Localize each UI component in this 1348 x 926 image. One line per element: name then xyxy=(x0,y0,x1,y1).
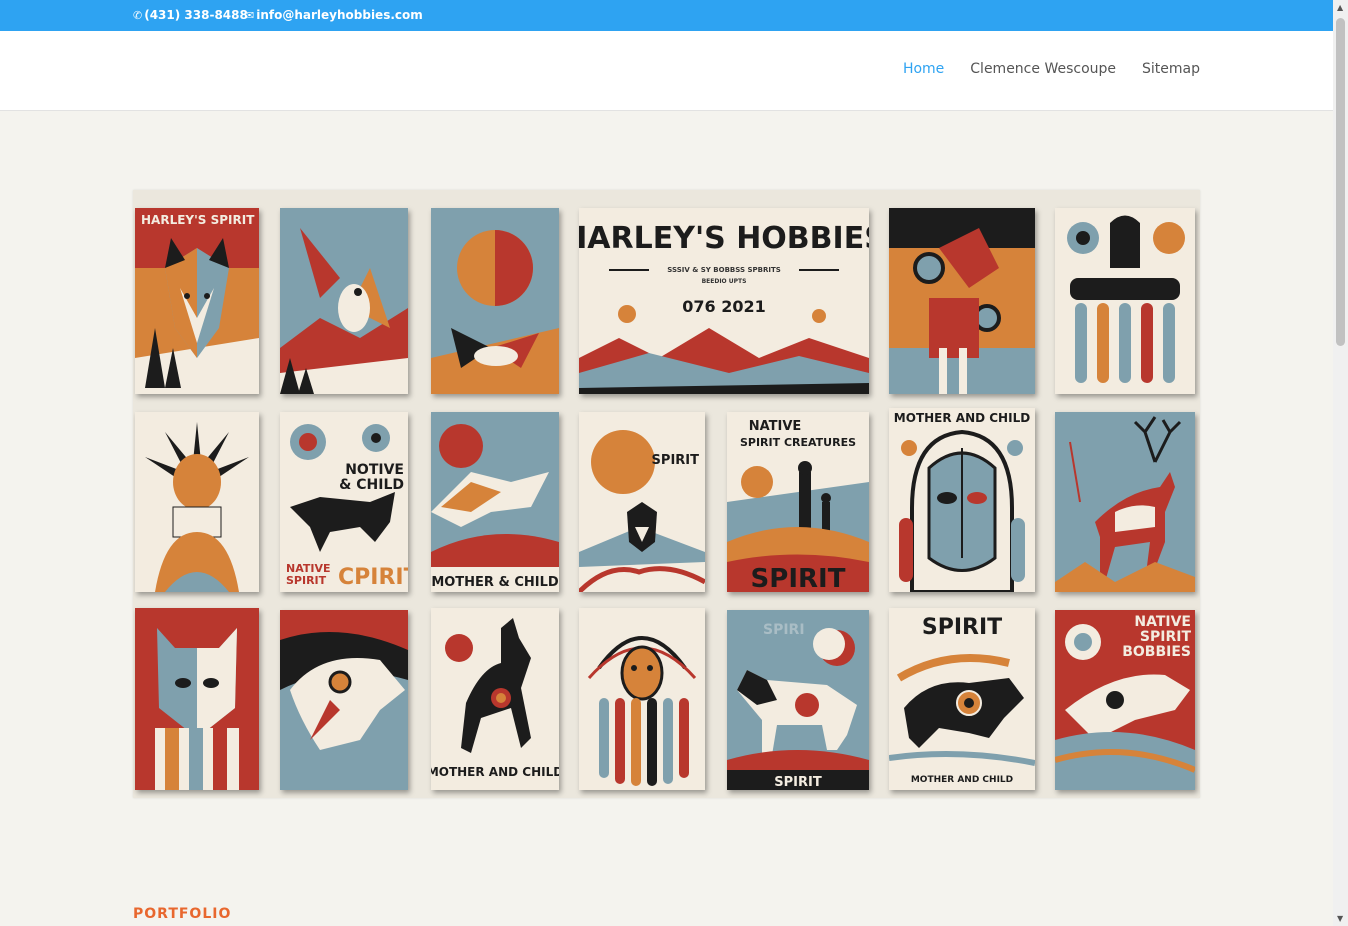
poster-mother-child-wolf: MOTHER & CHILD xyxy=(431,412,559,592)
site-header: Home Clemence Wescoupe Sitemap xyxy=(0,31,1333,111)
poster-label: MOTHER & CHILD xyxy=(431,575,559,590)
poster-label: SPIRIT CREATURES xyxy=(740,436,856,449)
poster-label: SPIRIT xyxy=(652,453,700,468)
poster-native-spirit-bobbies: NATIVE SPIRIT BOBBIES xyxy=(1055,610,1195,790)
poster-label: MOTHER AND CHILD xyxy=(431,765,559,779)
poster-mother-and-child-mask: MOTHER AND CHILD xyxy=(889,408,1035,592)
poster-sun-bird xyxy=(431,208,559,394)
poster-label: MOTHER AND CHILD xyxy=(894,411,1030,425)
poster-label: NOTIVE xyxy=(345,462,404,478)
nav-clemence-wescoupe[interactable]: Clemence Wescoupe xyxy=(970,61,1116,77)
poster-subtitle-2: BEEDIO UPTS xyxy=(702,278,747,285)
portfolio-section-label: PORTFOLIO xyxy=(133,906,232,922)
poster-totem-bird xyxy=(889,208,1035,394)
scroll-down-arrow-icon[interactable]: ▼ xyxy=(1337,914,1343,923)
poster-label: SPIRIT xyxy=(751,564,846,592)
poster-year: 076 2021 xyxy=(682,297,766,316)
poster-deer xyxy=(1055,412,1195,592)
poster-label: BOBBIES xyxy=(1122,644,1191,660)
phone-icon: ✆ xyxy=(133,8,143,22)
scrollbar-thumb[interactable] xyxy=(1336,18,1345,346)
poster-label: SPIRIT xyxy=(1140,629,1192,645)
poster-dreamcatcher-mask xyxy=(579,608,705,790)
poster-label: NATIVE xyxy=(749,419,802,434)
poster-native-spirit-creatures: NATIVE SPIRIT CREATURES SPIRIT xyxy=(727,412,869,592)
email-address[interactable]: info@harleyhobbies.com xyxy=(256,8,423,22)
page-scrollbar[interactable]: ▲ ▼ xyxy=(1333,0,1348,926)
poster-label: SPIRIT xyxy=(922,615,1002,640)
poster-husky-spirit: SPIRI SPIRIT xyxy=(727,610,869,790)
top-bar: ✆ (431) 338-8488 ✉ info@harleyhobbies.co… xyxy=(0,0,1333,31)
email-contact[interactable]: ✉ info@harleyhobbies.com xyxy=(245,8,423,22)
poster-white-wolf xyxy=(280,610,408,790)
poster-wolf-mask xyxy=(135,608,259,790)
envelope-icon: ✉ xyxy=(245,8,255,22)
hero-collage-image: HARLEY'S SPIRIT HARLEY'S HO xyxy=(133,190,1200,798)
poster-label: SPIRI xyxy=(763,622,805,638)
poster-label: CPIRIT xyxy=(338,565,408,590)
poster-subtitle: SSSIV & SY BOBBSS SPBRITS xyxy=(667,266,781,274)
poster-bird-wings xyxy=(280,208,408,394)
poster-title-harleys-hobbies: HARLEY'S HOBBIES SSSIV & SY BOBBSS SPBRI… xyxy=(579,208,869,394)
main-nav: Home Clemence Wescoupe Sitemap xyxy=(903,61,1200,77)
poster-wolf-notive-child: NOTIVE & CHILD NATIVE SPIRIT CPIRIT xyxy=(280,412,408,592)
poster-headdress xyxy=(135,412,259,592)
phone-contact[interactable]: ✆ (431) 338-8488 xyxy=(133,8,248,22)
poster-label: MOTHER AND CHILD xyxy=(911,775,1013,785)
poster-label: SPIRIT xyxy=(286,574,327,587)
nav-home[interactable]: Home xyxy=(903,61,944,77)
poster-fox: HARLEY'S SPIRIT xyxy=(135,208,259,394)
poster-black-wolf: MOTHER AND CHILD xyxy=(431,608,559,790)
poster-spirit-running-wolf: SPIRIT MOTHER AND CHILD xyxy=(889,608,1035,790)
nav-sitemap[interactable]: Sitemap xyxy=(1142,61,1200,77)
poster-title: HARLEY'S HOBBIES xyxy=(579,221,869,256)
poster-label: HARLEY'S SPIRIT xyxy=(141,213,255,227)
poster-spirit-wolf-sun: SPIRIT xyxy=(579,412,705,592)
poster-label: SPIRIT xyxy=(774,775,822,790)
poster-label: NATIVE xyxy=(1134,614,1191,630)
phone-number[interactable]: (431) 338-8488 xyxy=(144,8,248,22)
poster-label: & CHILD xyxy=(339,477,404,493)
poster-totem-face xyxy=(1055,208,1195,394)
scroll-up-arrow-icon[interactable]: ▲ xyxy=(1337,3,1343,12)
